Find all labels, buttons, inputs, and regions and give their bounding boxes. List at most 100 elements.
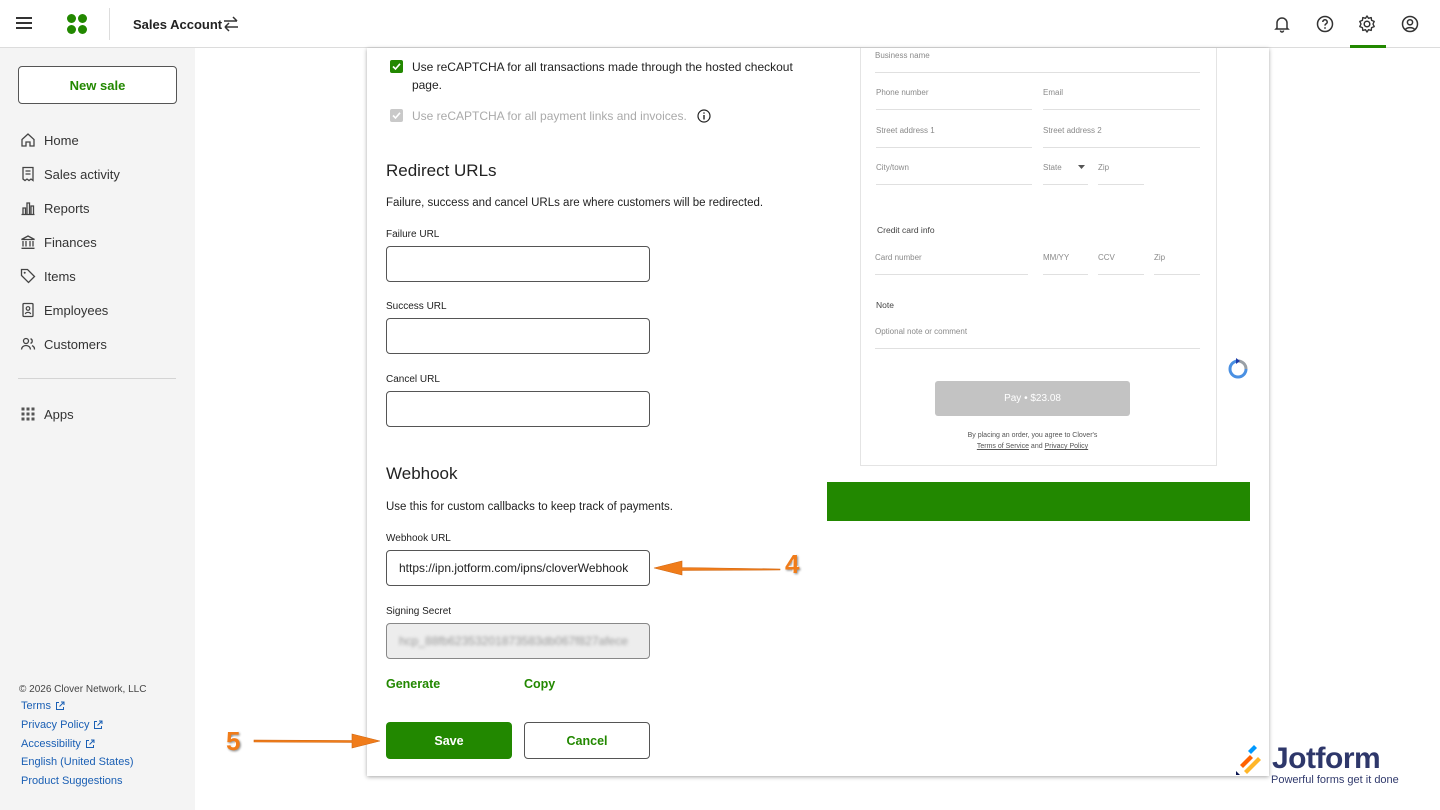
badge-icon <box>22 302 34 318</box>
cancel-url-label: Cancel URL <box>386 374 440 385</box>
top-bar: Sales Account <box>0 0 1440 48</box>
grid-icon <box>21 407 35 421</box>
switch-account-icon[interactable] <box>222 14 240 34</box>
failure-url-input[interactable] <box>386 246 650 282</box>
cancel-button[interactable]: Cancel <box>524 722 650 759</box>
webhook-description: Use this for custom callbacks to keep tr… <box>386 501 673 513</box>
save-button[interactable]: Save <box>386 722 512 759</box>
recaptcha-links-option: Use reCAPTCHA for all payment links and … <box>390 107 711 125</box>
redirect-urls-heading: Redirect URLs <box>386 161 497 180</box>
preview-note-heading: Note <box>876 300 894 310</box>
preview-privacy-link: Privacy Policy <box>1044 443 1089 450</box>
external-link-icon <box>94 720 103 729</box>
copyright-text: © 2026 Clover Network, LLC <box>19 684 147 695</box>
sidebar-item-sales-activity[interactable]: Sales activity <box>20 163 120 185</box>
webhook-heading: Webhook <box>386 464 458 483</box>
sidebar-item-reports[interactable]: Reports <box>20 197 90 219</box>
bank-icon <box>21 235 35 249</box>
checkmark-icon <box>392 63 401 71</box>
preview-ccv: CCV <box>1098 253 1144 275</box>
copy-link[interactable]: Copy <box>524 677 555 691</box>
terms-link-label: Terms <box>21 700 51 712</box>
sidebar-item-label: Sales activity <box>44 166 120 182</box>
gear-icon[interactable] <box>1357 14 1377 34</box>
sidebar-item-apps[interactable]: Apps <box>20 403 74 425</box>
home-icon <box>21 133 35 147</box>
generate-link[interactable]: Generate <box>386 677 440 691</box>
preview-city: City/town <box>876 163 1032 185</box>
info-icon[interactable] <box>697 109 711 123</box>
step-5-label: 5 <box>226 726 241 756</box>
preview-street1: Street address 1 <box>876 126 1032 148</box>
new-sale-button[interactable]: New sale <box>18 66 177 104</box>
preview-card-zip: Zip <box>1154 253 1200 275</box>
step-4-label: 4 <box>785 549 800 579</box>
topbar-divider <box>109 8 110 40</box>
sidebar-item-customers[interactable]: Customers <box>20 333 107 355</box>
checkmark-icon <box>392 112 401 120</box>
bar-chart-icon <box>21 202 35 216</box>
account-name[interactable]: Sales Account <box>133 17 222 32</box>
sidebar-item-label: Home <box>44 132 79 148</box>
success-url-label: Success URL <box>386 301 447 312</box>
preview-zip: Zip <box>1098 163 1144 185</box>
recaptcha-links-checkbox <box>390 109 403 122</box>
webhook-url-label: Webhook URL <box>386 533 451 544</box>
sidebar-item-label: Items <box>44 268 76 284</box>
terms-link[interactable]: Terms <box>21 700 65 712</box>
settings-active-indicator <box>1350 45 1386 48</box>
sidebar-item-finances[interactable]: Finances <box>20 231 97 253</box>
preview-phone: Phone number <box>876 88 1032 110</box>
preview-card-number: Card number <box>875 253 1028 275</box>
language-link[interactable]: English (United States) <box>21 756 134 768</box>
bell-icon[interactable] <box>1272 14 1292 34</box>
sidebar-item-home[interactable]: Home <box>20 129 79 151</box>
account-icon[interactable] <box>1400 14 1420 34</box>
recaptcha-icon <box>1228 358 1248 379</box>
preview-pay-button: Pay • $23.08 <box>935 381 1130 416</box>
recaptcha-hosted-checkbox[interactable] <box>390 60 403 73</box>
jotform-logo-icon <box>1236 745 1261 775</box>
jotform-watermark-tagline: Powerful forms get it done <box>1271 774 1399 786</box>
recaptcha-hosted-option[interactable]: Use reCAPTCHA for all transactions made … <box>390 58 810 94</box>
preview-business-name: Business name <box>875 51 1200 73</box>
sidebar-item-items[interactable]: Items <box>20 265 76 287</box>
recaptcha-links-label: Use reCAPTCHA for all payment links and … <box>412 109 687 123</box>
recaptcha-hosted-label: Use reCAPTCHA for all transactions made … <box>411 60 793 92</box>
product-suggestions-link[interactable]: Product Suggestions <box>21 775 123 787</box>
external-link-icon <box>55 701 65 710</box>
sidebar-item-label: Employees <box>44 302 109 318</box>
privacy-policy-link[interactable]: Privacy Policy <box>21 719 103 731</box>
redirect-urls-description: Failure, success and cancel URLs are whe… <box>386 197 764 209</box>
external-link-icon <box>85 739 95 748</box>
signing-secret-value: hcp_88fb62353201873583db067f827afece <box>399 634 628 648</box>
step-5-arrow-icon <box>253 733 381 749</box>
sidebar-item-label: Customers <box>44 336 107 352</box>
preview-and: and <box>1030 443 1043 450</box>
signing-secret-field: hcp_88fb62353201873583db067f827afece <box>386 623 650 659</box>
privacy-link-label: Privacy Policy <box>21 719 90 731</box>
accessibility-link-label: Accessibility <box>21 738 81 750</box>
help-icon[interactable] <box>1315 14 1335 34</box>
preview-state: State <box>1043 163 1088 185</box>
sidebar-item-label: Apps <box>44 406 74 422</box>
webhook-url-input[interactable] <box>386 550 650 586</box>
sidebar-item-employees[interactable]: Employees <box>20 299 108 321</box>
preview-tos-link: Terms of Service <box>976 443 1029 450</box>
sidebar-divider <box>18 378 176 379</box>
cancel-url-input[interactable] <box>386 391 650 427</box>
step-4-arrow-icon <box>653 560 781 576</box>
preview-footer-bar <box>827 482 1250 521</box>
preview-terms-text: By placing an order, you agree to Clover… <box>935 430 1130 452</box>
clover-logo-icon[interactable] <box>66 13 88 35</box>
success-url-input[interactable] <box>386 318 650 354</box>
people-icon <box>20 337 36 350</box>
sidebar: New sale Home Sales activity Reports Fin… <box>0 48 195 810</box>
signing-secret-label: Signing Secret <box>386 606 452 617</box>
preview-card-info-heading: Credit card info <box>877 225 935 235</box>
preview-expiry: MM/YY <box>1043 253 1088 275</box>
preview-email: Email <box>1043 88 1200 110</box>
accessibility-link[interactable]: Accessibility <box>21 738 95 750</box>
sidebar-item-label: Reports <box>44 200 90 216</box>
hamburger-menu-icon[interactable] <box>14 14 34 34</box>
